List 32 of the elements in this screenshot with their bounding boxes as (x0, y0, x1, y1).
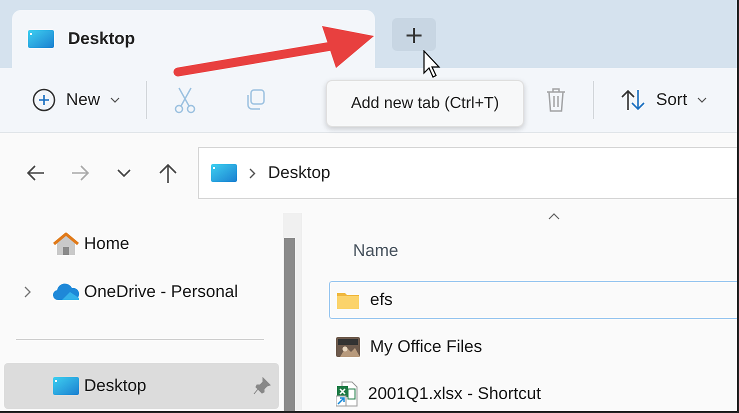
plus-circle-icon (32, 88, 56, 112)
folder-icon (336, 290, 360, 310)
scrollbar-thumb[interactable] (284, 238, 295, 411)
home-icon (53, 232, 79, 256)
cloud-icon (52, 283, 80, 301)
trash-icon (545, 87, 568, 113)
expand-chevron-icon[interactable] (24, 286, 30, 298)
desktop-icon (28, 29, 54, 49)
sidebar-item[interactable]: Desktop (4, 363, 279, 409)
column-header[interactable]: Name (329, 229, 404, 273)
desktop-icon (211, 163, 237, 183)
arrow-up-icon (157, 162, 179, 184)
tab[interactable]: Desktop (12, 10, 375, 68)
spreadsheet-shortcut-icon (336, 381, 358, 407)
chevron-right-icon (249, 168, 256, 178)
sidebar-item[interactable]: Home (4, 221, 279, 267)
file-row[interactable]: 2001Q1.xlsx - Shortcut (329, 375, 737, 411)
tooltip: Add new tab (Ctrl+T) (326, 80, 524, 127)
scissors-icon (173, 86, 198, 114)
file-row[interactable]: My Office Files (329, 328, 737, 366)
address-bar[interactable]: Desktop (198, 147, 737, 199)
chevron-down-icon (110, 97, 120, 103)
chevron-down-icon (117, 169, 131, 177)
sort-icon (620, 88, 646, 112)
new-button[interactable]: New (24, 80, 128, 120)
new-tab-button[interactable]: + (392, 18, 436, 51)
sidebar-item[interactable]: OneDrive - Personal (4, 269, 279, 315)
desktop-icon (53, 376, 79, 396)
breadcrumb[interactable]: Desktop (268, 163, 330, 183)
file-row[interactable]: efs (329, 281, 737, 319)
chevron-down-icon (697, 97, 708, 103)
sort-button[interactable]: Sort (612, 80, 716, 120)
